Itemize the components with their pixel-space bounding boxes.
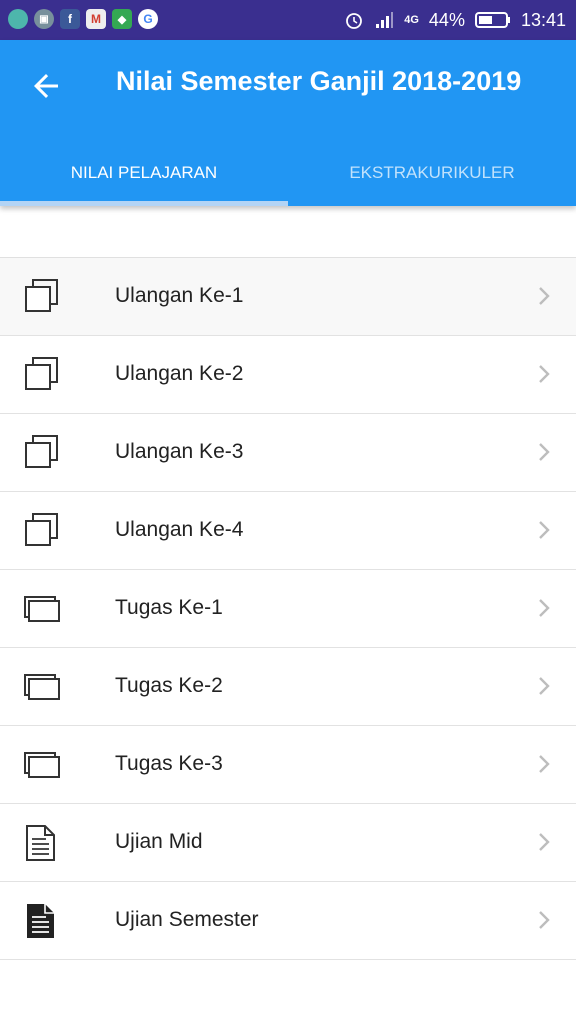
chevron-right-icon (539, 443, 550, 461)
facebook-icon: f (60, 9, 80, 29)
stacked-pages-icon (24, 674, 60, 700)
chevron-right-icon (539, 755, 550, 773)
notification-icons: ▣ f M ◆ G (8, 9, 158, 29)
app-bar: Nilai Semester Ganjil 2018-2019 NILAI PE… (0, 40, 576, 206)
image-icon: ▣ (34, 9, 54, 29)
chevron-right-icon (539, 833, 550, 851)
tab-ekstrakurikuler[interactable]: EKSTRAKURIKULER (288, 140, 576, 206)
signal-icon (376, 12, 394, 28)
tab-indicator (0, 201, 288, 206)
stacked-pages-icon (24, 752, 60, 778)
circle-app-icon (8, 9, 28, 29)
back-arrow-icon[interactable] (28, 68, 64, 104)
list-item-ulangan-2[interactable]: Ulangan Ke-2 (0, 336, 576, 414)
list-item-label: Tugas Ke-2 (115, 674, 223, 697)
document-outline-icon (26, 825, 55, 861)
chevron-right-icon (539, 911, 550, 929)
copy-icon (25, 435, 58, 468)
chevron-right-icon (539, 599, 550, 617)
list-item-ulangan-3[interactable]: Ulangan Ke-3 (0, 414, 576, 492)
copy-icon (25, 357, 58, 390)
google-icon: G (138, 9, 158, 29)
list-item-ujian-semester[interactable]: Ujian Semester (0, 882, 576, 960)
battery-percent: 44% (428, 9, 465, 30)
list-item-label: Ujian Mid (115, 830, 203, 853)
status-bar: ▣ f M ◆ G 4G 44% 13:41 (0, 0, 576, 40)
tab-nilai-pelajaran[interactable]: NILAI PELAJARAN (0, 140, 288, 206)
list-item-ulangan-1[interactable]: Ulangan Ke-1 (0, 258, 576, 336)
list-item-tugas-1[interactable]: Tugas Ke-1 (0, 570, 576, 648)
list-item-ulangan-4[interactable]: Ulangan Ke-4 (0, 492, 576, 570)
list-item-label: Ulangan Ke-3 (115, 440, 244, 463)
chevron-right-icon (539, 521, 550, 539)
document-filled-icon (27, 904, 54, 938)
chevron-right-icon (539, 365, 550, 383)
list-item-label: Ulangan Ke-1 (115, 284, 244, 307)
chevron-right-icon (539, 287, 550, 305)
alarm-icon (346, 13, 363, 29)
list-item-label: Ulangan Ke-2 (115, 362, 244, 385)
list-item-ujian-mid[interactable]: Ujian Mid (0, 804, 576, 882)
list-item-label: Tugas Ke-3 (115, 752, 223, 775)
clock: 13:41 (520, 9, 566, 30)
list-item-label: Tugas Ke-1 (115, 596, 223, 619)
page-title: Nilai Semester Ganjil 2018-2019 (116, 66, 522, 96)
maps-icon: ◆ (112, 9, 132, 29)
network-type: 4G (404, 14, 419, 26)
grade-list: Ulangan Ke-1 Ulangan Ke-2 Ulangan Ke-3 U… (0, 257, 576, 960)
list-item-tugas-2[interactable]: Tugas Ke-2 (0, 648, 576, 726)
list-item-label: Ulangan Ke-4 (115, 518, 244, 541)
chevron-right-icon (539, 677, 550, 695)
copy-icon (25, 513, 58, 546)
list-item-tugas-3[interactable]: Tugas Ke-3 (0, 726, 576, 804)
copy-icon (25, 279, 58, 312)
gmail-icon: M (86, 9, 106, 29)
list-item-label: Ujian Semester (115, 908, 259, 931)
battery-icon (474, 12, 510, 28)
stacked-pages-icon (24, 596, 60, 622)
